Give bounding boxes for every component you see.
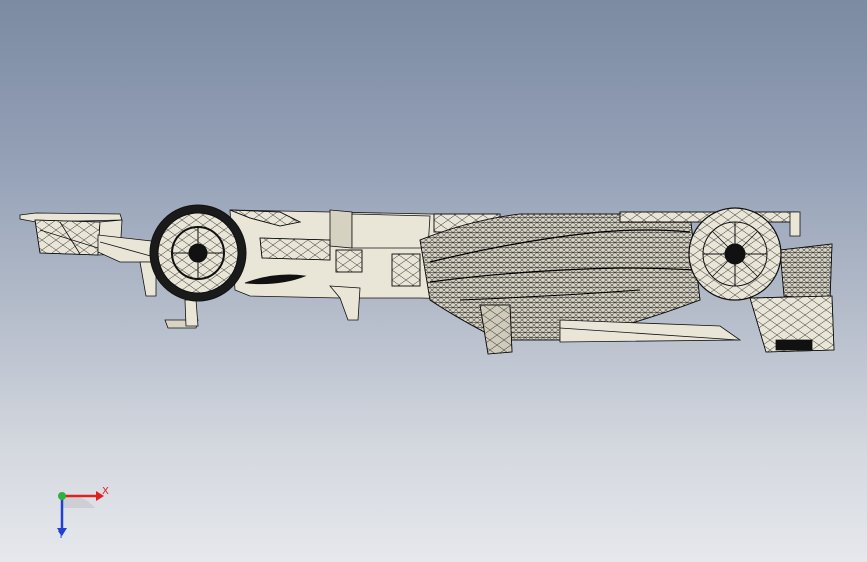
coordinate-triad: X Y <box>40 478 120 548</box>
y-axis-label: Y <box>58 530 65 541</box>
graphics-viewport[interactable]: X Y <box>0 0 867 562</box>
engine-cover-mesh <box>419 213 742 355</box>
front-wheel <box>149 204 247 302</box>
z-axis-dot-icon <box>58 492 66 500</box>
x-axis-label: X <box>102 486 109 497</box>
f1-car-wireframe-model[interactable] <box>0 0 867 562</box>
rear-wheel <box>688 207 782 301</box>
